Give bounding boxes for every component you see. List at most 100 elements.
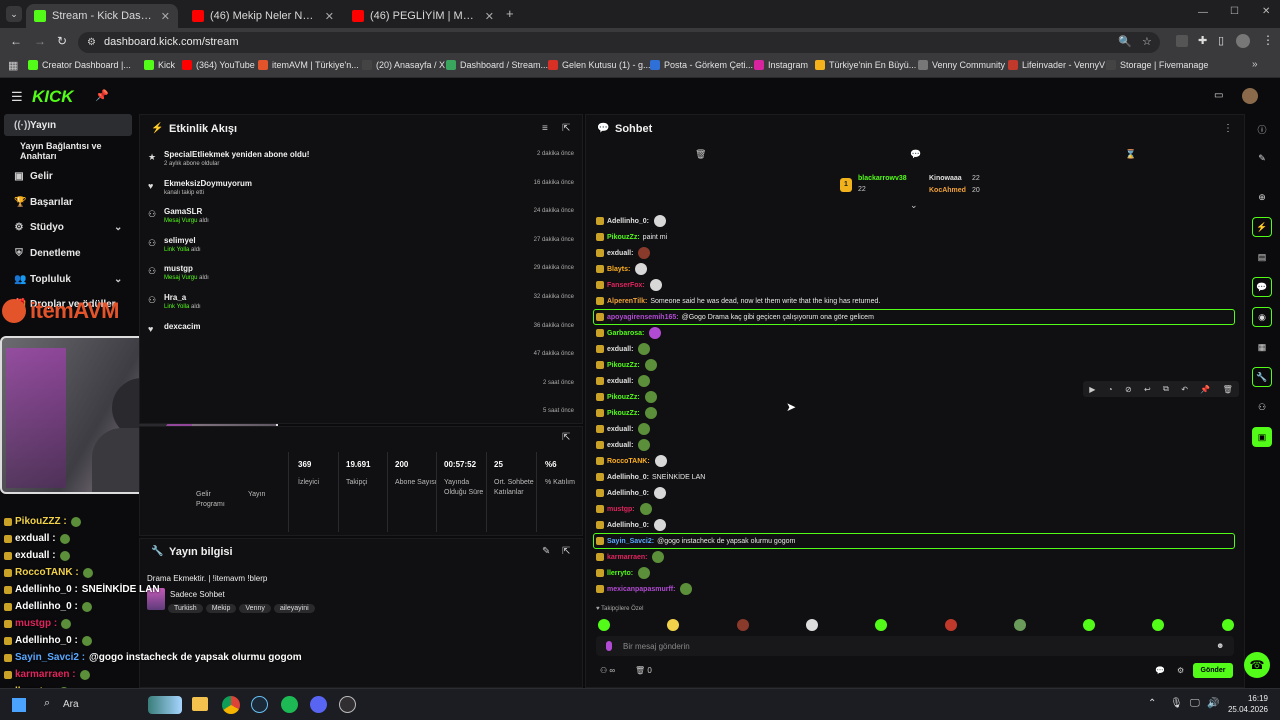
chat-username[interactable]: PikouzZz: — [607, 394, 640, 401]
leaderboard-name-1[interactable]: blackarrowv38 — [858, 175, 907, 182]
steam-icon[interactable] — [251, 696, 268, 713]
quick-emote-icon[interactable] — [1083, 619, 1096, 631]
tab-2[interactable]: (46) PEGLİYİM | Madara Olduk ✕ — [344, 4, 502, 28]
chat-message[interactable]: exduall: — [596, 438, 651, 452]
chat-menu-kebab-icon[interactable]: ⋮ — [1223, 123, 1233, 134]
lightning-icon[interactable]: ⚡ — [1252, 217, 1272, 237]
chat-message[interactable]: Adellinho_0: — [596, 214, 667, 228]
chrome-icon[interactable] — [222, 696, 240, 714]
volume-icon[interactable]: 🔊 — [1207, 698, 1219, 709]
chat-username[interactable]: llerryto: — [607, 570, 633, 577]
copy-icon[interactable]: ⧉ — [1163, 384, 1169, 394]
chat-input-box[interactable] — [596, 636, 1234, 656]
trash-icon[interactable]: 🗑 — [695, 149, 706, 160]
reload-icon[interactable]: ↻ — [57, 34, 67, 48]
windows-start-icon[interactable] — [12, 698, 26, 712]
activity-item[interactable]: 2 saat önce — [146, 379, 578, 407]
kick-logo[interactable]: KICK — [32, 87, 74, 107]
url-input[interactable]: ⚙ dashboard.kick.com/stream 🔍 ☆ — [78, 32, 1160, 53]
gift-count-icon[interactable]: 🗑 0 — [635, 666, 652, 675]
tag-chip[interactable]: Turkish — [168, 604, 203, 613]
bookmark-item[interactable]: Instagram — [754, 60, 808, 70]
close-window-icon[interactable]: ✕ — [1262, 6, 1270, 17]
sidebar-item-studyo[interactable]: ⚙ Stüdyo ⌄ — [4, 216, 132, 238]
sidebar-item-denetleme[interactable]: ⛨ Denetleme — [4, 242, 132, 264]
support-button[interactable]: ☎ — [1244, 652, 1270, 678]
chat-message[interactable]: Blayts: — [596, 262, 648, 276]
bookmark-item[interactable]: (20) Anasayfa / X — [362, 60, 445, 70]
chat-message[interactable]: PikouzZz: — [596, 390, 657, 404]
chat-username[interactable]: RoccoTANK: — [607, 458, 650, 465]
chat-message[interactable]: apoyagirensemih165: @Gogo Drama kaç gibi … — [596, 310, 874, 324]
quick-emote-icon[interactable] — [1221, 619, 1234, 631]
clock-date[interactable]: 25.04.2026 — [1226, 705, 1268, 714]
card-icon[interactable]: ▤ — [1252, 247, 1272, 267]
chat-username[interactable]: Adellinho_0: — [607, 490, 649, 497]
chat-username[interactable]: Garbarosa: — [607, 330, 644, 337]
bookmark-item[interactable]: Storage | Fivemanage — [1106, 60, 1208, 70]
leaderboard-name-2[interactable]: Kinowaaa — [929, 175, 962, 182]
chat-username[interactable]: PikouzZz: — [607, 362, 640, 369]
menu-kebab-icon[interactable]: ⋮ — [1262, 33, 1274, 47]
broadcast-rail-icon[interactable]: ◉ — [1252, 307, 1272, 327]
clock-time[interactable]: 16:19 — [1240, 694, 1268, 703]
bookmark-item[interactable]: itemAVM | Türkiye'n... — [258, 60, 359, 70]
chat-username[interactable]: apoyagirensemih165: — [607, 314, 679, 321]
bookmark-item[interactable]: (364) YouTube — [182, 60, 255, 70]
bookmark-item[interactable]: Dashboard / Stream... — [446, 60, 548, 70]
bookmark-item[interactable]: Türkiye'nin En Büyü... — [815, 60, 916, 70]
close-tab-icon[interactable]: ✕ — [161, 10, 170, 23]
chat-message[interactable]: Adellinho_0: — [596, 518, 667, 532]
chat-message[interactable]: karmarraen: — [596, 550, 665, 564]
chat-message[interactable]: exduall: — [596, 374, 651, 388]
more-bookmarks-icon[interactable]: » — [1252, 59, 1258, 70]
bookmark-item[interactable]: Creator Dashboard |... — [28, 60, 131, 70]
mic-tray-icon[interactable]: 🎙 — [1170, 698, 1183, 709]
target-icon[interactable]: ⊕ — [1252, 187, 1272, 207]
expand-leaderboard-icon[interactable]: ⌄ — [910, 200, 918, 211]
sidebar-item-topluluk[interactable]: 👥 Topluluk ⌄ — [4, 268, 132, 290]
chat-message[interactable]: Adellinho_0: — [596, 486, 667, 500]
activity-item[interactable]: ♥ dexcacim 36 dakika önce — [146, 322, 578, 350]
popout-icon[interactable]: ⇱ — [562, 123, 570, 134]
chat-message[interactable]: Garbarosa: — [596, 326, 662, 340]
sidepanel-icon[interactable]: ▯ — [1218, 34, 1224, 47]
video-rail-icon[interactable]: ▦ — [1252, 337, 1272, 357]
activity-item[interactable]: ♥ EkmeksizDoymuyorum kanalı takip etti 16 d… — [146, 179, 578, 207]
quick-emote-icon[interactable] — [736, 619, 749, 631]
tag-chip[interactable]: aileyayini — [273, 604, 315, 613]
chat-message[interactable]: PikouzZz: — [596, 406, 657, 420]
spotify-icon[interactable] — [281, 696, 298, 713]
chat-message[interactable]: mexicanpapasmurff: — [596, 582, 693, 596]
activity-item[interactable]: ★ SpecialEtliekmek yeniden abone oldu! 2 a… — [146, 150, 578, 178]
chat-message[interactable]: exduall: — [596, 342, 651, 356]
stream-info-popout-icon[interactable]: ⇱ — [562, 546, 570, 557]
discord-icon[interactable] — [310, 696, 327, 713]
file-explorer-icon[interactable] — [192, 697, 208, 711]
share-rail-icon[interactable]: ⚇ — [1252, 397, 1272, 417]
forward-icon[interactable]: → — [34, 34, 46, 48]
chat-username[interactable]: mustgp: — [607, 506, 635, 513]
chat-message[interactable]: RoccoTANK: — [596, 454, 667, 468]
chat-username[interactable]: exduall: — [607, 378, 633, 385]
edit-icon[interactable]: ✎ — [542, 546, 550, 557]
gift-rail-icon[interactable]: ▣ — [1252, 427, 1272, 447]
chat-mode-icon[interactable]: 💬 — [910, 149, 921, 160]
delete-icon[interactable]: 🗑 — [1223, 385, 1233, 394]
minimize-icon[interactable]: — — [1198, 7, 1208, 18]
bookmark-item[interactable]: Kick — [144, 60, 175, 70]
extensions-puzzle-icon[interactable]: ✚ — [1198, 34, 1207, 47]
quick-emote-icon[interactable] — [1013, 619, 1026, 631]
tab-1[interactable]: (46) Mekip Neler Neler 66.Bölüm ✕ — [184, 4, 342, 28]
zoom-icon[interactable]: 🔍 — [1118, 32, 1132, 53]
chat-rail-icon[interactable]: 💬 — [1252, 277, 1272, 297]
bookmark-item[interactable]: Venny Community — [918, 60, 1005, 70]
bookmark-item[interactable]: Lifeinvader - VennyV — [1008, 60, 1105, 70]
chat-username[interactable]: exduall: — [607, 426, 633, 433]
quick-emote-icon[interactable] — [598, 619, 610, 631]
network-icon[interactable]: 🖵 — [1190, 698, 1200, 709]
ban-icon[interactable]: ⊘ — [1125, 385, 1132, 394]
hourglass-icon[interactable]: ⌛ — [1125, 149, 1136, 160]
emoji-icon[interactable]: ☻ — [1216, 641, 1224, 650]
activity-item[interactable]: ⚇ Hra_a Link Yolla aldı 32 dakika önce — [146, 293, 578, 321]
